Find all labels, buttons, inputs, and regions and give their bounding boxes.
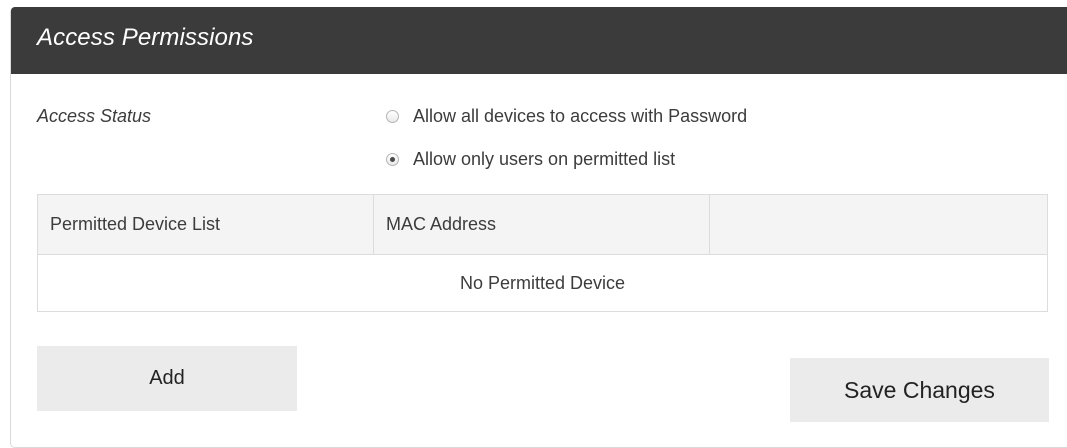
access-permissions-panel: Access Permissions Access Status Allow a… xyxy=(10,7,1067,448)
table-empty-message: No Permitted Device xyxy=(459,272,626,293)
radio-label-permitted-list: Allow only users on permitted list xyxy=(413,148,676,169)
table-header-row: Permitted Device List MAC Address xyxy=(38,195,1047,255)
radio-selected-dot xyxy=(390,156,395,162)
save-changes-button[interactable]: Save Changes xyxy=(790,358,1049,422)
panel-header: Access Permissions xyxy=(11,7,1067,74)
panel-title: Access Permissions xyxy=(37,24,254,51)
permitted-device-table: Permitted Device List MAC Address No Per… xyxy=(37,194,1048,312)
radio-allow-permitted-list[interactable]: Allow only users on permitted list xyxy=(386,147,675,171)
column-header-mac-address: MAC Address xyxy=(374,195,710,254)
radio-label-allow-all: Allow all devices to access with Passwor… xyxy=(413,105,748,126)
radio-allow-all-password[interactable]: Allow all devices to access with Passwor… xyxy=(386,104,747,128)
radio-button-selected[interactable] xyxy=(386,152,399,166)
access-status-label: Access Status xyxy=(37,106,152,126)
column-header-actions xyxy=(710,195,1047,254)
column-header-permitted-device-list: Permitted Device List xyxy=(38,195,374,254)
radio-button-unselected[interactable] xyxy=(386,109,399,123)
add-button[interactable]: Add xyxy=(37,346,297,411)
